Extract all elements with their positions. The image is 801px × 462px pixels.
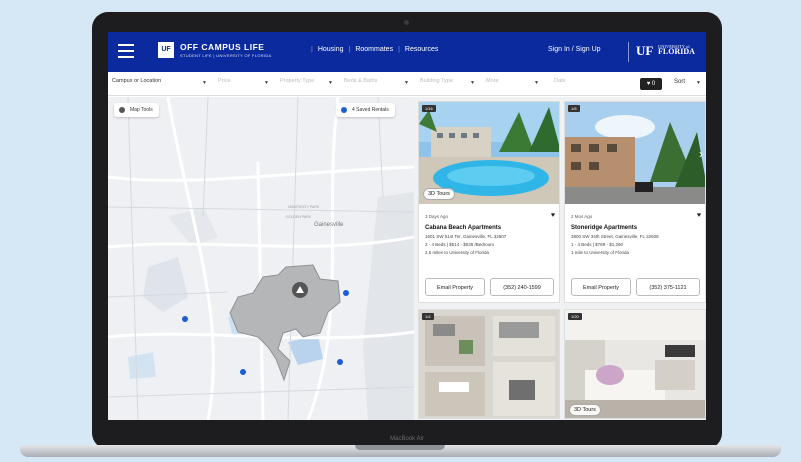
listing-photo[interactable]: 1/16 3D Tours [419, 102, 559, 204]
uf-logo-mark[interactable]: UF [636, 43, 653, 59]
posted-date: 2 Mos Ago [571, 214, 593, 219]
date-filter[interactable]: Date [554, 78, 566, 90]
chevron-down-icon[interactable]: ▼ [696, 80, 701, 86]
listing-card[interactable]: 1/4 [418, 309, 560, 419]
sort-dropdown[interactable]: Sort [674, 79, 685, 85]
listing-distance: 2.5 miles to University of Florida [425, 250, 490, 255]
header-divider [628, 42, 629, 62]
listing-info: 2 Mos Ago ♥ Stoneridge Apartments 3800 S… [571, 208, 701, 255]
saved-rentals-label: 4 Saved Rentals [352, 107, 389, 113]
screen: UF OFF CAMPUS LIFE STUDENT LIFE | UNIVER… [108, 32, 706, 420]
chevron-right-icon[interactable]: › [699, 147, 703, 161]
device-label: MacBook Air [390, 436, 424, 442]
map-city-label: Gainesville [314, 222, 344, 228]
chevron-down-icon[interactable]: ▼ [470, 80, 475, 86]
map-tools-label: Map Tools [130, 107, 153, 113]
logo-icon[interactable]: UF [158, 42, 174, 58]
layers-icon [119, 107, 125, 113]
favorites-button[interactable]: ♥ 0 [640, 78, 662, 90]
listing-actions: Email Property (352) 375-1121 [571, 278, 700, 296]
property-type-filter[interactable]: Property Type [280, 78, 314, 90]
brand-name[interactable]: OFF CAMPUS LIFE [180, 42, 264, 52]
email-property-button[interactable]: Email Property [425, 278, 485, 296]
3d-tours-badge[interactable]: 3D Tours [423, 188, 455, 200]
filter-bar: Campus or Location ▼ Price ▼ Property Ty… [108, 72, 706, 96]
uf-line2: FLORIDA [658, 47, 695, 56]
price-filter[interactable]: Price [218, 78, 231, 90]
uf-logo-text: UNIVERSITY of FLORIDA [658, 44, 695, 56]
hamburger-menu-icon[interactable] [118, 44, 134, 58]
building-type-filter[interactable]: Building Type [420, 78, 453, 90]
listing-title[interactable]: Stoneridge Apartments [571, 225, 701, 231]
listing-card[interactable]: 1/16 3D Tours 3 Days Ago ♥ Cabana Beach … [418, 101, 560, 303]
posted-date: 3 Days Ago [425, 214, 449, 219]
map-tools-button[interactable]: Map Tools [114, 103, 159, 117]
photo-counter: 1/4 [422, 313, 434, 320]
saved-rentals-button[interactable]: 4 Saved Rentals [336, 103, 395, 117]
listing-address: 1601 SW 51st Ter, Gainesville, FL 32607 [425, 234, 507, 239]
map-campus-label-2: GOLDEN PARK [286, 215, 312, 219]
heart-icon[interactable]: ♥ [697, 212, 701, 219]
listing-photo[interactable]: 1/4 [419, 310, 559, 418]
camera [404, 20, 409, 25]
chevron-down-icon[interactable]: ▼ [404, 80, 409, 86]
laptop-notch [355, 445, 445, 450]
more-filter[interactable]: More [486, 78, 499, 90]
listings-panel: 1/16 3D Tours 3 Days Ago ♥ Cabana Beach … [414, 97, 706, 420]
email-property-button[interactable]: Email Property [571, 278, 631, 296]
listing-card[interactable]: 1/8 › 2 Mos Ago ♥ Stoneridge Apartments … [564, 101, 706, 303]
brand-subtitle: STUDENT LIFE | UNIVERSITY OF FLORIDA [180, 53, 272, 58]
map-panel[interactable]: Gainesville UNIVERSITY PARK GOLDEN PARK … [108, 97, 414, 420]
nav-resources[interactable]: Resources [405, 46, 438, 53]
listing-card[interactable]: 1/20 3D Tours [564, 309, 706, 419]
top-header: UF OFF CAMPUS LIFE STUDENT LIFE | UNIVER… [108, 32, 706, 72]
photo-counter: 1/16 [422, 105, 436, 112]
3d-tours-badge[interactable]: 3D Tours [569, 404, 601, 416]
listing-beds-price: 1 - 4 Beds | $789 - $1,290 [571, 242, 623, 247]
chevron-down-icon[interactable]: ▼ [534, 80, 539, 86]
listing-info: 3 Days Ago ♥ Cabana Beach Apartments 160… [425, 208, 555, 255]
phone-button[interactable]: (352) 375-1121 [636, 278, 700, 296]
bookmark-icon [341, 107, 347, 113]
nav-housing[interactable]: Housing [318, 46, 344, 53]
listing-actions: Email Property (352) 240-1599 [425, 278, 554, 296]
listing-distance: 1 mile to University of Florida [571, 250, 630, 255]
listing-photo[interactable]: 1/20 3D Tours [565, 310, 705, 418]
nav-roommates[interactable]: Roommates [355, 46, 393, 53]
heart-icon[interactable]: ♥ [551, 212, 555, 219]
listing-beds-price: 2 - 4 Beds | $514 - $635 /Bedroom [425, 242, 494, 247]
listing-photo[interactable]: 1/8 › [565, 102, 705, 204]
main-nav: | Housing | Roommates | Resources [311, 46, 439, 53]
photo-counter: 1/20 [568, 313, 582, 320]
beds-baths-filter[interactable]: Beds & Baths [344, 78, 377, 90]
phone-button[interactable]: (352) 240-1599 [490, 278, 554, 296]
map-canvas[interactable] [108, 97, 414, 420]
photo-counter: 1/8 [568, 105, 580, 112]
chevron-down-icon[interactable]: ▼ [328, 80, 333, 86]
chevron-down-icon[interactable]: ▼ [264, 80, 269, 86]
chevron-down-icon[interactable]: ▼ [202, 80, 207, 86]
listing-title[interactable]: Cabana Beach Apartments [425, 225, 555, 231]
signin-link[interactable]: Sign In / Sign Up [548, 46, 601, 53]
listing-address: 3800 SW 34th Street, Gainesville, FL 326… [571, 234, 659, 239]
location-input[interactable]: Campus or Location [112, 78, 161, 90]
